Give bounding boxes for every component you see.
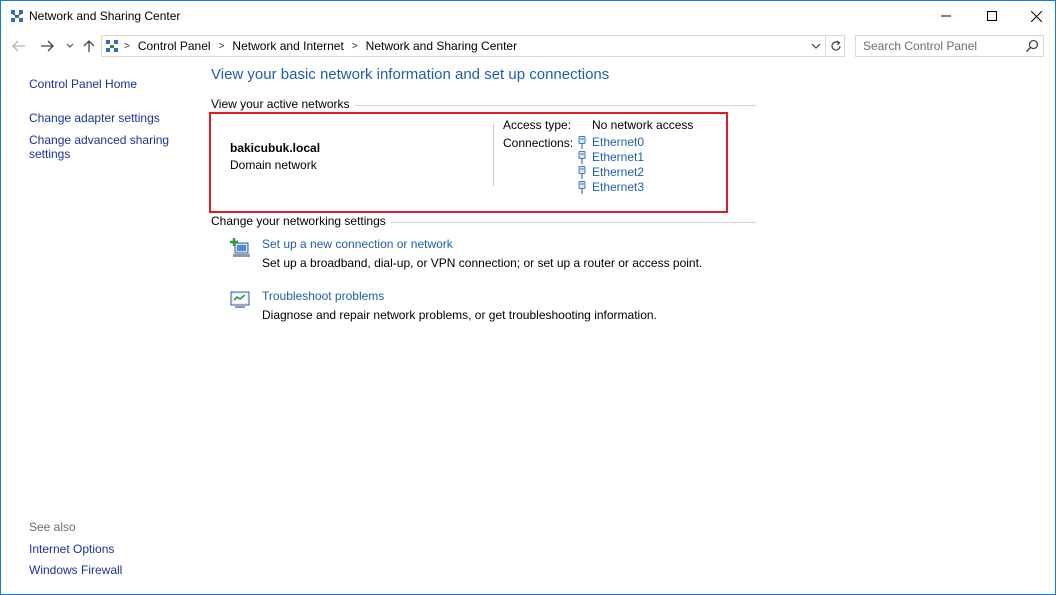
change-adapter-settings-link[interactable]: Change adapter settings bbox=[29, 111, 160, 125]
forward-arrow-icon bbox=[41, 40, 54, 52]
change-advanced-sharing-settings-link[interactable]: Change advanced sharing settings bbox=[29, 133, 179, 161]
connection-link[interactable]: Ethernet1 bbox=[592, 150, 644, 165]
troubleshoot-link[interactable]: Troubleshoot problems bbox=[262, 289, 384, 303]
ethernet-plug-icon bbox=[578, 151, 586, 164]
breadcrumb-separator[interactable]: > bbox=[124, 41, 130, 52]
connection-link[interactable]: Ethernet3 bbox=[592, 180, 644, 195]
recent-locations-button[interactable] bbox=[63, 36, 77, 56]
connection-link[interactable]: Ethernet0 bbox=[592, 135, 644, 150]
breadcrumb-network-and-sharing-center[interactable]: Network and Sharing Center bbox=[366, 39, 517, 53]
control-panel-home-link[interactable]: Control Panel Home bbox=[29, 77, 137, 91]
maximize-button[interactable] bbox=[969, 1, 1015, 31]
new-connection-icon bbox=[230, 238, 250, 257]
maximize-icon bbox=[987, 11, 997, 21]
connections-list: Ethernet0 Ethernet1 Ethernet2 Ethernet3 bbox=[578, 135, 668, 195]
search-box bbox=[855, 35, 1044, 57]
window-title: Network and Sharing Center bbox=[29, 9, 181, 23]
connections-label: Connections: bbox=[503, 136, 574, 150]
access-type-value: No network access bbox=[592, 118, 694, 132]
page-title: View your basic network information and … bbox=[211, 66, 610, 83]
minimize-button[interactable] bbox=[923, 1, 969, 31]
breadcrumb-control-panel[interactable]: Control Panel bbox=[138, 39, 211, 53]
network-divider bbox=[493, 124, 494, 186]
active-networks-heading: View your active networks bbox=[211, 97, 355, 111]
troubleshoot-description: Diagnose and repair network problems, or… bbox=[262, 308, 657, 322]
control-panel-icon bbox=[106, 40, 118, 52]
connection-link[interactable]: Ethernet2 bbox=[592, 165, 644, 180]
address-bar[interactable]: > Control Panel > Network and Internet >… bbox=[101, 35, 845, 57]
address-divider bbox=[825, 36, 826, 56]
ethernet-plug-icon bbox=[578, 136, 586, 149]
navigation-bar: > Control Panel > Network and Internet >… bbox=[1, 33, 1055, 59]
setup-connection-link[interactable]: Set up a new connection or network bbox=[262, 237, 453, 251]
up-button[interactable] bbox=[79, 36, 99, 56]
ethernet-plug-icon bbox=[578, 181, 586, 194]
ethernet-plug-icon bbox=[578, 166, 586, 179]
window: Network and Sharing Center > Control Pan… bbox=[0, 0, 1056, 595]
setup-connection-description: Set up a broadband, dial-up, or VPN conn… bbox=[262, 256, 703, 270]
chevron-down-icon bbox=[66, 43, 74, 48]
network-center-icon bbox=[11, 10, 23, 22]
network-type: Domain network bbox=[230, 158, 317, 172]
minimize-icon bbox=[941, 15, 951, 17]
breadcrumb-separator[interactable]: > bbox=[352, 41, 358, 52]
search-input[interactable] bbox=[856, 36, 1021, 56]
chevron-down-icon bbox=[811, 43, 821, 49]
close-icon bbox=[1030, 10, 1042, 22]
back-arrow-icon bbox=[12, 40, 25, 52]
see-also-heading: See also bbox=[29, 520, 76, 534]
back-button[interactable] bbox=[9, 36, 29, 56]
search-icon[interactable] bbox=[1025, 39, 1039, 53]
connection-ethernet1[interactable]: Ethernet1 bbox=[578, 150, 668, 165]
forward-button[interactable] bbox=[37, 36, 57, 56]
refresh-button[interactable] bbox=[827, 37, 844, 55]
network-name: bakicubuk.local bbox=[230, 141, 321, 155]
access-type-label: Access type: bbox=[503, 118, 572, 132]
title-bar: Network and Sharing Center bbox=[1, 1, 1055, 31]
connection-ethernet3[interactable]: Ethernet3 bbox=[578, 180, 668, 195]
troubleshoot-icon bbox=[230, 291, 250, 308]
close-button[interactable] bbox=[1013, 1, 1056, 31]
address-history-button[interactable] bbox=[808, 38, 824, 54]
breadcrumb-separator[interactable]: > bbox=[219, 41, 225, 52]
windows-firewall-link[interactable]: Windows Firewall bbox=[29, 563, 122, 577]
internet-options-link[interactable]: Internet Options bbox=[29, 542, 114, 556]
breadcrumb: > Control Panel > Network and Internet >… bbox=[124, 39, 517, 53]
networking-settings-heading: Change your networking settings bbox=[211, 214, 391, 228]
connection-ethernet0[interactable]: Ethernet0 bbox=[578, 135, 668, 150]
refresh-icon bbox=[830, 40, 841, 51]
breadcrumb-network-and-internet[interactable]: Network and Internet bbox=[232, 39, 343, 53]
up-arrow-icon bbox=[83, 40, 95, 52]
connection-ethernet2[interactable]: Ethernet2 bbox=[578, 165, 668, 180]
left-pane: Control Panel Home Change adapter settin… bbox=[1, 61, 197, 595]
